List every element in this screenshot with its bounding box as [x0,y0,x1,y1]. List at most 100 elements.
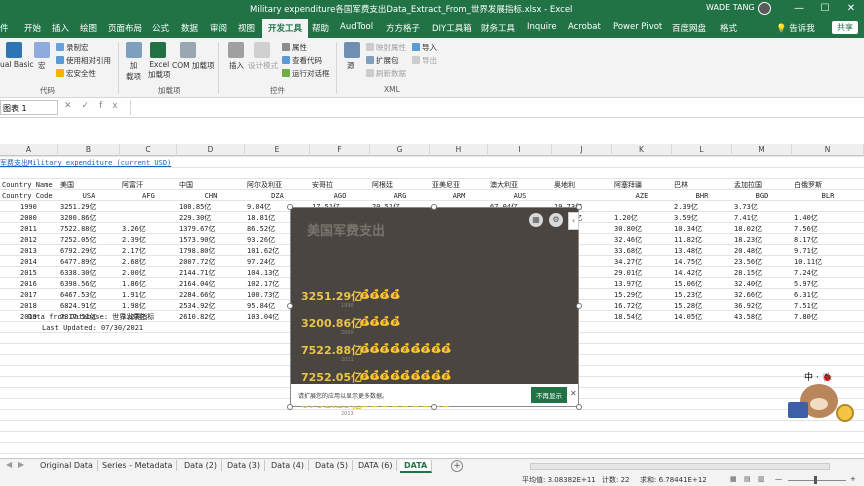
zoom-in-button[interactable]: + [850,475,856,483]
value-cell[interactable]: 1.20亿 [614,213,638,223]
addin-icon[interactable] [126,42,142,58]
insert-control-icon[interactable] [228,42,244,58]
value-cell[interactable]: 100.85亿 [179,202,211,212]
table-icon[interactable]: ▦ [529,213,543,227]
column-header-k[interactable]: K [612,144,672,156]
source-note[interactable]: Data from Database: 世界发展指标 [28,312,154,322]
resize-handle[interactable] [576,404,582,410]
country-name-cell[interactable]: 中国 [179,180,193,190]
country-name-cell[interactable]: 安哥拉 [312,180,333,190]
tell-me-input[interactable]: 💡 告诉我 [776,22,815,34]
value-cell[interactable]: 7.41亿 [734,213,758,223]
macro-icon[interactable] [34,42,50,58]
tab-format[interactable]: 格式 [720,22,737,34]
macro-security-button[interactable]: 宏安全性 [56,68,96,79]
dismiss-button[interactable]: 不再显示 [531,387,567,403]
value-cell[interactable]: 14.75亿 [674,257,702,267]
value-cell[interactable]: 2284.66亿 [179,290,216,300]
year-cell[interactable]: 2013 [20,246,37,256]
country-name-cell[interactable]: 阿根廷 [372,180,393,190]
export-button[interactable]: 导出 [412,55,437,66]
share-button[interactable]: 共享 [832,21,858,34]
value-cell[interactable]: 6792.29亿 [60,246,97,256]
value-cell[interactable]: 18.02亿 [734,224,762,234]
value-cell[interactable]: 20.48亿 [734,246,762,256]
value-cell[interactable]: 9.71亿 [794,246,818,256]
country-code-cell[interactable]: ARM [430,191,488,201]
country-code-cell[interactable]: AFG [120,191,177,201]
value-cell[interactable]: 102.17亿 [247,279,279,289]
country-name-cell[interactable]: 孟加拉国 [734,180,762,190]
value-cell[interactable]: 1.86亿 [122,279,146,289]
value-cell[interactable]: 2144.71亿 [179,268,216,278]
map-properties-button[interactable]: 映射属性 [366,42,406,53]
value-cell[interactable]: 2.00亿 [122,268,146,278]
country-code-cell[interactable]: ARG [370,191,430,201]
value-cell[interactable]: 15.29亿 [614,290,642,300]
value-cell[interactable]: 3.59亿 [674,213,698,223]
sheet-tab-data-2[interactable]: Data (2) [180,460,222,471]
value-cell[interactable]: 101.62亿 [247,246,279,256]
value-cell[interactable]: 1798.80亿 [179,246,216,256]
value-cell[interactable]: 2.39亿 [674,202,698,212]
tab-inquire[interactable]: Inquire [527,22,557,32]
sheet-nav-right-icon[interactable]: ▶ [18,460,24,469]
value-cell[interactable]: 14.05亿 [674,312,702,322]
tab-power-pivot[interactable]: Power Pivot [613,22,662,32]
resize-handle[interactable] [287,303,293,309]
value-cell[interactable]: 43.58亿 [734,312,762,322]
year-cell[interactable]: 1990 [20,202,37,212]
value-cell[interactable]: 18.81亿 [247,213,275,223]
horizontal-scrollbar[interactable] [530,463,830,470]
macro-button[interactable]: 宏 [38,60,46,71]
value-cell[interactable]: 33.68亿 [614,246,642,256]
country-code-cell[interactable]: BLR [792,191,864,201]
fx-icon[interactable]: fx [99,101,128,111]
value-cell[interactable]: 11.82亿 [674,235,702,245]
column-header-c[interactable]: C [120,144,177,156]
value-cell[interactable]: 229.30亿 [179,213,211,223]
country-name-cell[interactable]: 阿富汗 [122,180,143,190]
column-header-n[interactable]: N [792,144,864,156]
value-cell[interactable]: 1.40亿 [794,213,818,223]
tab-file[interactable]: 件 [0,22,9,34]
country-code-cell[interactable]: CHN [177,191,245,201]
year-cell[interactable]: 2015 [20,268,37,278]
value-cell[interactable]: 95.84亿 [247,301,275,311]
value-cell[interactable]: 1.98亿 [122,301,146,311]
tab-audtool[interactable]: AudTool [340,22,373,32]
value-cell[interactable]: 10.11亿 [794,257,822,267]
resize-handle[interactable] [287,404,293,410]
value-cell[interactable]: 14.42亿 [674,268,702,278]
country-code-cell[interactable]: BHR [672,191,732,201]
column-header-l[interactable]: L [672,144,732,156]
column-header-f[interactable]: F [310,144,370,156]
visual-basic-icon[interactable] [6,42,22,58]
enter-icon[interactable]: ✓ [82,101,100,111]
country-code-cell[interactable]: AUS [488,191,552,201]
value-cell[interactable]: 6.31亿 [794,290,818,300]
resize-handle[interactable] [287,204,293,210]
value-cell[interactable]: 28.15亿 [734,268,762,278]
value-cell[interactable]: 93.26亿 [247,235,275,245]
value-cell[interactable]: 7.51亿 [794,301,818,311]
row-label-country[interactable]: Country Name [2,180,53,190]
tab-draw[interactable]: 绘图 [80,22,97,34]
value-cell[interactable]: 1573.90亿 [179,235,216,245]
value-cell[interactable]: 2.68亿 [122,257,146,267]
value-cell[interactable]: 6467.53亿 [60,290,97,300]
minimize-button[interactable]: — [786,0,812,18]
tab-home[interactable]: 开始 [24,22,41,34]
tab-review[interactable]: 审阅 [210,22,227,34]
column-header-d[interactable]: D [177,144,245,156]
column-header-i[interactable]: I [488,144,552,156]
zoom-out-button[interactable]: — [775,475,782,483]
value-cell[interactable]: 30.80亿 [614,224,642,234]
resize-handle[interactable] [576,303,582,309]
value-cell[interactable]: 1379.67亿 [179,224,216,234]
collapse-chevron-icon[interactable]: ‹ [568,212,579,230]
close-icon[interactable]: ✕ [570,389,577,398]
country-name-cell[interactable]: 奥地利 [554,180,575,190]
column-header-j[interactable]: J [552,144,612,156]
value-cell[interactable]: 15.28亿 [674,301,702,311]
